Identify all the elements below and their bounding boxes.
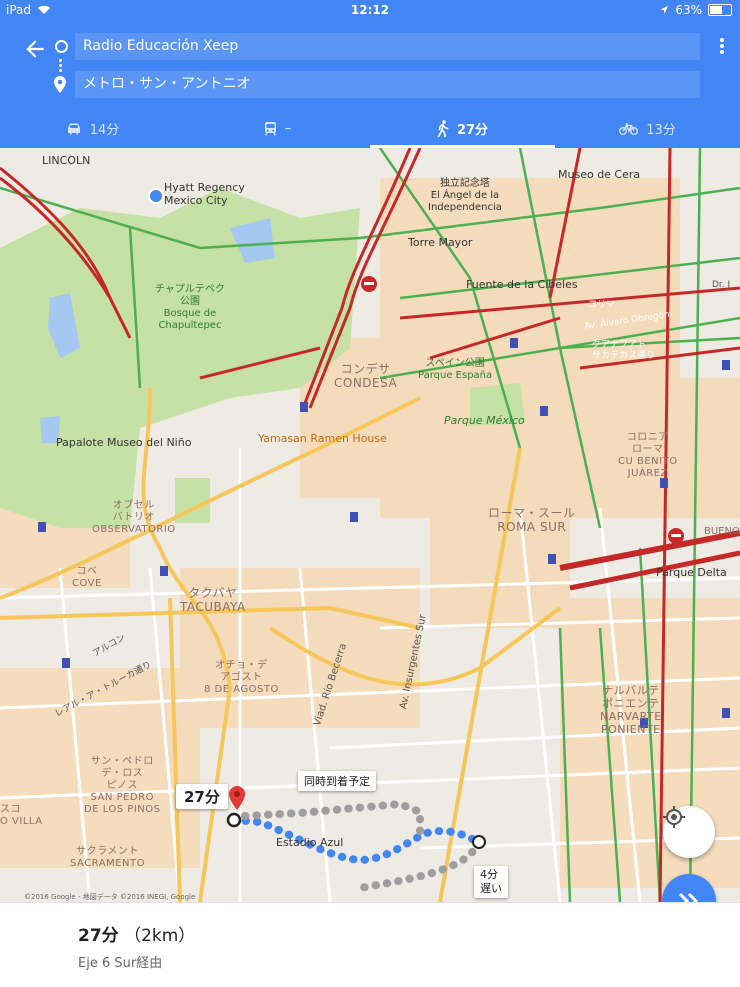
map-label-estadio[interactable]: Estadio Azul — [276, 836, 343, 849]
summary-time: 27分 — [78, 926, 119, 946]
map-label-chapultepec: チャプルテペク 公園 Bosque de Chapultepec — [155, 284, 225, 331]
map-label-espana: スペイン公園 Parque España — [418, 358, 493, 381]
map-label-independencia[interactable]: 独立記念塔 El Ángel de la Independencia — [428, 178, 502, 214]
route-summary-panel[interactable]: 27分 （2km） Eje 6 Sur経由 — [0, 902, 740, 987]
map-label-hyatt[interactable]: Hyatt Regency Mexico City — [164, 181, 245, 207]
map-label-bueno: BUENO — [704, 526, 740, 537]
map-attribution: ©2016 Google - 地図データ ©2016 INEGI, Google — [24, 893, 196, 901]
tab-walking[interactable]: 27分 — [370, 108, 555, 148]
map-label-lincoln: LINCOLN — [42, 154, 91, 167]
map-label-parque-mexico: Parque México — [444, 414, 525, 427]
route-time-callout[interactable]: 27分 — [176, 784, 228, 809]
battery-percent: 63% — [675, 3, 702, 17]
battery-icon — [708, 4, 732, 16]
walk-icon — [437, 119, 449, 137]
map-label-tacubaya: タクバヤ TACUBAYA — [180, 586, 246, 614]
tab-transit[interactable]: – — [185, 108, 370, 148]
back-arrow-icon[interactable] — [22, 36, 48, 62]
map-label-torre-mayor[interactable]: Torre Mayor — [408, 236, 472, 249]
map-label-roma-sur: ローマ・スール ROMA SUR — [488, 506, 576, 534]
summary-via: Eje 6 Sur経由 — [78, 956, 163, 971]
map-label-papalote[interactable]: Papalote Museo del Niño — [56, 436, 191, 449]
directions-header: Radio Educación Xeep メトロ・サン・アントニオ 14分 – — [0, 20, 740, 148]
map-label-yamasan[interactable]: Yamasan Ramen House — [258, 432, 387, 445]
map-label-parque-delta[interactable]: Parque Delta — [656, 566, 727, 579]
clock: 12:12 — [350, 3, 390, 17]
map-label-narvarte: ナルバルテ ポニエンテ NARVARTE PONIENTE — [600, 684, 662, 736]
destination-pin-icon — [54, 76, 66, 93]
map-label-roma-norte: コロニア ローマ CU BENITO JUÁREZ — [618, 432, 678, 479]
map-label-fuente[interactable]: Fuente de la Cibeles — [466, 278, 578, 291]
map-label-observatorio: オブセル バトリオ OBSERVATORIO — [92, 500, 176, 535]
map-label-condesa: コンデサ CONDESA — [334, 362, 398, 390]
origin-field[interactable]: Radio Educación Xeep — [75, 33, 700, 60]
map-label-san-pedro: サン・ペドロ デ・ロス ピノス SAN PEDRO DE LOS PINOS — [84, 756, 161, 815]
map-label-guadalajara: グアナフアト サカテカス通り — [592, 340, 656, 361]
tab-cycling[interactable]: 13分 — [555, 108, 740, 148]
same-arrival-callout[interactable]: 同時到着予定 — [298, 771, 376, 791]
alt-route-callout[interactable]: 4分 遅い — [474, 866, 508, 898]
alt-route-delay: 遅い — [480, 882, 502, 895]
destination-field[interactable]: メトロ・サン・アントニオ — [75, 71, 700, 98]
car-icon — [67, 123, 80, 134]
map-label-sacramento: サクラメント SACRAMENTO — [70, 846, 145, 869]
route-dots-icon — [59, 58, 62, 72]
route-summary: 27分 （2km） — [78, 921, 195, 946]
my-location-button[interactable] — [663, 806, 715, 858]
alt-route-time: 4分 — [480, 868, 498, 881]
map-label-dr: Dr. J — [712, 280, 731, 290]
bike-icon — [619, 122, 639, 135]
map-label-villa: スコ O VILLA — [0, 804, 43, 827]
summary-distance: （2km） — [124, 926, 196, 946]
map-label-colima: コリマ — [588, 300, 616, 310]
transit-icon — [264, 121, 276, 136]
crosshair-icon — [663, 806, 685, 828]
location-arrow-icon — [660, 6, 669, 14]
status-bar: iPad 12:12 63% — [0, 0, 740, 20]
map-label-ocho-agosto: オチョ・デ アゴスト 8 DE AGOSTO — [204, 660, 279, 695]
map-label-museo-cera[interactable]: Museo de Cera — [558, 168, 640, 181]
tab-driving[interactable]: 14分 — [0, 108, 185, 148]
origin-circle-icon — [55, 40, 68, 53]
map-label-cove: コベ COVE — [72, 566, 102, 589]
travel-mode-tabs: 14分 – 27分 13分 — [0, 108, 740, 148]
more-options-icon[interactable] — [720, 38, 724, 54]
map-view[interactable]: LINCOLN Hyatt Regency Mexico City Museo … — [0, 148, 740, 902]
